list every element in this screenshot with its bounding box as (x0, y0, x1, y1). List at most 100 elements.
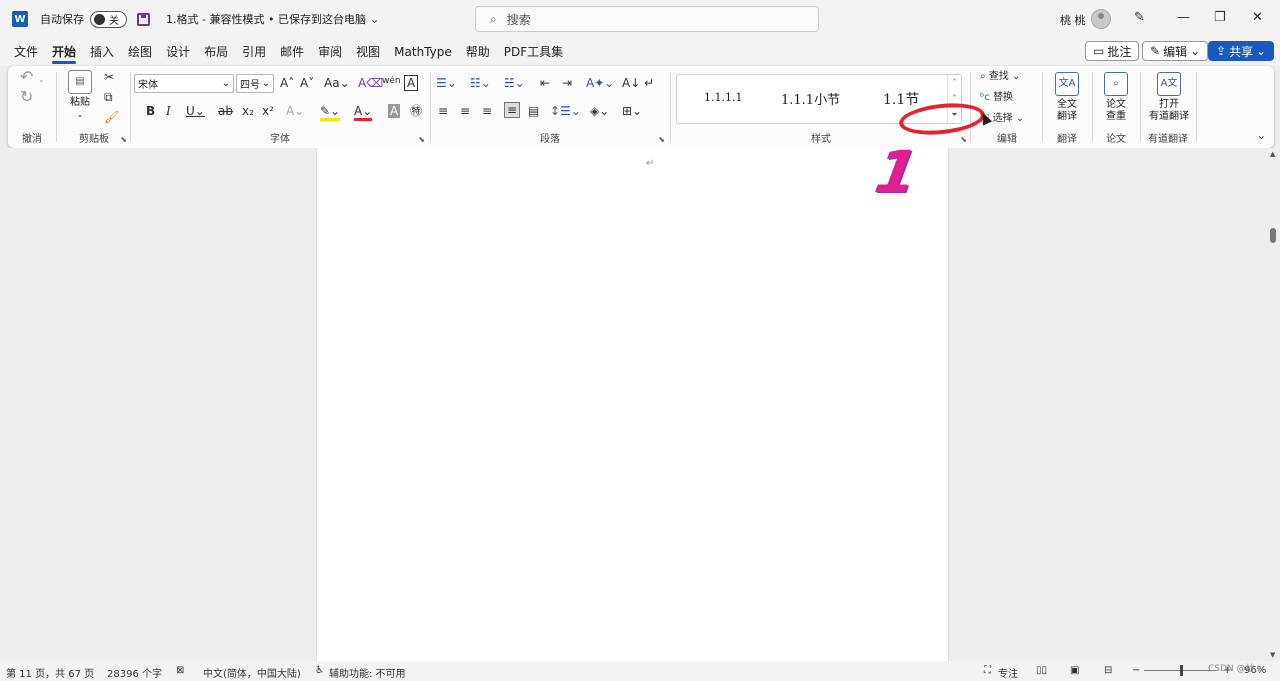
tab-review[interactable]: 审阅 (311, 38, 349, 66)
page-count[interactable]: 第 11 页，共 67 页 (6, 665, 94, 680)
highlight-icon[interactable]: ✎⌄ (320, 104, 341, 121)
distributed-icon[interactable]: ▤ (528, 104, 539, 118)
subscript-icon[interactable]: x₂ (242, 104, 254, 118)
open-label: 打开 (1159, 99, 1179, 110)
tab-design[interactable]: 设计 (159, 38, 197, 66)
borders-icon[interactable]: ⊞⌄ (622, 104, 642, 118)
dialog-launcher-icon[interactable]: ⬊ (960, 135, 967, 144)
font-name-combo[interactable]: 宋体 ⌄ (134, 74, 234, 93)
align-right-icon[interactable]: ≡ (482, 104, 492, 118)
replace-button[interactable]: ᵇc 替换 (980, 91, 1013, 105)
proofing-icon[interactable]: ⊠ (176, 665, 184, 676)
full-text-translate-button[interactable]: 文A 全文 翻译 (1048, 72, 1086, 123)
bold-icon[interactable]: B (146, 104, 155, 118)
vertical-scrollbar[interactable]: ▲ ▼ (1268, 148, 1278, 661)
scroll-down-icon[interactable]: ▼ (1270, 651, 1275, 659)
tab-insert[interactable]: 插入 (83, 38, 121, 66)
clear-formatting-icon[interactable]: A⌫ (358, 76, 383, 90)
dialog-launcher-icon[interactable]: ⬊ (120, 135, 127, 144)
read-mode-icon[interactable]: ▯▯ (1036, 665, 1047, 676)
close-icon[interactable]: ✕ (1252, 10, 1263, 25)
language-indicator[interactable]: 中文(简体，中国大陆) (203, 665, 301, 680)
change-case-icon[interactable]: Aa⌄ (324, 76, 350, 90)
accessibility-status[interactable]: 辅助功能: 不可用 (329, 665, 406, 680)
chevron-down-icon[interactable]: ⌄ (38, 73, 45, 87)
decrease-indent-icon[interactable]: ⇤ (540, 76, 550, 90)
redo-icon[interactable]: ↻ (20, 89, 33, 105)
collapse-ribbon-icon[interactable]: ⌄ (1257, 129, 1266, 142)
group-separator (56, 72, 57, 142)
restore-icon[interactable]: ❐ (1214, 10, 1226, 25)
find-button[interactable]: ⌕ 查找 ⌄ (980, 70, 1020, 84)
format-painter-icon[interactable]: 🖌 (104, 110, 119, 124)
undo-icon[interactable]: ↶ (20, 69, 33, 85)
editing-mode-button[interactable]: ✎ 编辑 ⌄ (1142, 41, 1209, 61)
tab-mailings[interactable]: 邮件 (273, 38, 311, 66)
tab-references[interactable]: 引用 (235, 38, 273, 66)
numbering-icon[interactable]: ☷⌄ (470, 76, 491, 90)
italic-icon[interactable]: I (166, 104, 171, 118)
scrollbar-thumb[interactable] (1270, 228, 1276, 243)
open-youdao-button[interactable]: A文 打开 有道翻译 (1144, 72, 1194, 123)
show-marks-icon[interactable]: ↵ (644, 76, 654, 90)
grow-font-icon[interactable]: A˄ (280, 76, 294, 90)
tab-draw[interactable]: 绘图 (121, 38, 159, 66)
focus-mode-button[interactable]: 专注 (998, 665, 1018, 680)
tab-home[interactable]: 开始 (45, 38, 83, 66)
minimize-icon[interactable]: — (1177, 10, 1190, 25)
web-layout-icon[interactable]: ⊟ (1104, 665, 1112, 676)
align-left-icon[interactable]: ≡ (438, 104, 448, 118)
tab-file[interactable]: 文件 (7, 38, 45, 66)
strikethrough-icon[interactable]: ab (218, 104, 233, 118)
paste-button[interactable]: ▤ 粘贴 ⌄ (68, 70, 92, 121)
search-box[interactable]: ⌕ 搜索 (475, 6, 819, 32)
text-effects-icon[interactable]: A⌄ (286, 104, 304, 118)
character-border-icon[interactable]: A (404, 75, 419, 91)
underline-icon[interactable]: U⌄ (186, 104, 205, 118)
clipboard-icon: ▤ (68, 70, 92, 94)
autosave-toggle[interactable]: 关 (90, 10, 127, 28)
tab-mathtype[interactable]: MathType (387, 38, 459, 66)
pen-icon[interactable]: ✎ (1134, 10, 1145, 25)
chevron-down-icon: ⌄ (221, 78, 230, 89)
shading-icon[interactable]: ◈⌄ (590, 104, 609, 118)
scroll-up-icon[interactable]: ▲ (1270, 150, 1275, 158)
superscript-icon[interactable]: x² (262, 104, 274, 118)
asian-layout-icon[interactable]: A✦⌄ (586, 76, 614, 90)
print-layout-icon[interactable]: ▣ (1070, 665, 1079, 676)
bullets-icon[interactable]: ☰⌄ (436, 76, 457, 90)
document-page[interactable]: ↵ (316, 148, 949, 661)
copy-icon[interactable]: ⧉ (104, 90, 113, 104)
justify-icon[interactable]: ≡ (504, 102, 521, 118)
share-button[interactable]: ⇪ 共享 ⌄ (1208, 41, 1275, 61)
editing-group: ⌕ 查找 ⌄ ᵇc 替换 ⬚ 选择 ⌄ 编辑 (972, 66, 1042, 148)
font-size-value: 四号 (240, 80, 260, 91)
save-icon[interactable] (137, 12, 150, 26)
font-color-icon[interactable]: A⌄ (354, 104, 373, 121)
tab-help[interactable]: 帮助 (459, 38, 497, 66)
multilevel-list-icon[interactable]: ☵⌄ (504, 76, 525, 90)
character-shading-icon[interactable]: A (388, 104, 401, 118)
increase-indent-icon[interactable]: ⇥ (562, 76, 572, 90)
zoom-out-icon[interactable]: − (1132, 665, 1140, 676)
tab-layout[interactable]: 布局 (197, 38, 235, 66)
avatar-icon[interactable] (1091, 9, 1111, 29)
tab-pdf-tools[interactable]: PDF工具集 (497, 38, 570, 66)
line-spacing-icon[interactable]: ↕☰⌄ (550, 104, 581, 118)
zoom-slider-thumb[interactable] (1180, 665, 1183, 676)
tab-view[interactable]: 视图 (349, 38, 387, 66)
font-size-combo[interactable]: 四号 ⌄ (236, 74, 274, 93)
comments-button[interactable]: ▭ 批注 (1085, 41, 1140, 61)
dialog-launcher-icon[interactable]: ⬊ (658, 135, 665, 144)
document-title[interactable]: 1.格式 - 兼容性模式 • 已保存到这台电脑 ⌄ (166, 11, 379, 27)
cut-icon[interactable]: ✂ (104, 70, 114, 84)
sort-icon[interactable]: A↓ (622, 76, 640, 90)
word-count[interactable]: 28396 个字 (107, 665, 162, 680)
dialog-launcher-icon[interactable]: ⬊ (418, 135, 425, 144)
paper-check-button[interactable]: ⌕ 论文 查重 (1098, 72, 1134, 123)
shrink-font-icon[interactable]: A˅ (300, 76, 314, 90)
user-name[interactable]: 桃 桃 (1060, 12, 1086, 28)
phonetic-guide-icon[interactable]: wén (382, 74, 401, 88)
enclose-characters-icon[interactable]: ㊕ (410, 104, 422, 118)
align-center-icon[interactable]: ≡ (460, 104, 470, 118)
